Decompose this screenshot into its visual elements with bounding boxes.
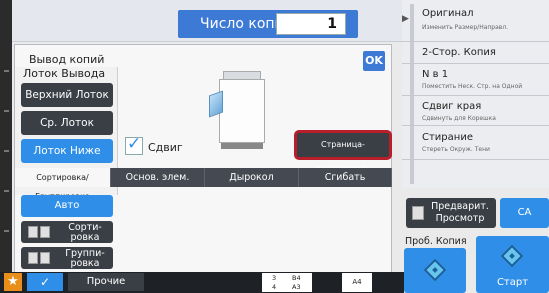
tray-option-middle[interactable]: Ср. Лоток [21,111,113,135]
function-duplex[interactable]: 2-Стор. Копия [402,42,549,64]
preview-icon [412,206,424,220]
top-bar: Число копий 1 [12,0,402,42]
dialog-title: Вывод копий [29,53,105,66]
preview-button[interactable]: Предварит. Просмотр [406,198,496,228]
shift-label: Сдвиг [148,141,183,154]
sort-label: Сорти- ровка [68,222,102,243]
separator-page-button[interactable]: Страница-разделитель [294,130,392,173]
group-button[interactable]: Группи- ровка [21,247,113,269]
probe-copy-button[interactable] [404,248,466,293]
output-tray-title: Лоток Вывода [23,67,106,80]
copies-counter: Число копий 1 [178,10,358,38]
function-panel: ▶ Оригинал Изменить Размер/Направл. 2-Ст… [402,0,549,188]
copier-machine-illustration [209,69,271,157]
bottom-bar: ★ ✓ Прочие 3 B4 4 A3 A4 [0,272,404,293]
function-margin-shift[interactable]: Сдвиг края Сдвинуть для Корешка [402,96,549,126]
preview-label: Предварит. Просмотр [431,201,489,224]
probe-copy-label: Проб. Копия [405,236,467,247]
copies-input[interactable]: 1 [276,13,346,35]
start-diamond-icon [423,258,447,282]
tab-punch[interactable]: Дырокол [205,168,299,187]
sort-auto-button[interactable]: Авто [21,195,113,217]
start-button[interactable]: Старт [476,236,549,293]
function-n-in-1[interactable]: N в 1 Поместить Неск. Стр. на Одной [402,64,549,96]
function-erase[interactable]: Стирание Стереть Окруж. Тени [402,126,549,160]
start-label: Старт [496,277,529,288]
output-dialog: Вывод копий OK Лоток Вывода Верхний Лото… [14,44,392,290]
tab-basic[interactable]: Основ. элем. [111,168,205,187]
other-button[interactable]: Прочие [68,273,144,291]
sort-button[interactable]: Сорти- ровка [21,221,113,243]
paper-size-indicator: A4 [342,273,372,292]
left-edge-strip [0,0,12,293]
tab-bar: Сортировка/Группировка Основ. элем. Дыро… [15,168,392,201]
tray-option-upper[interactable]: Верхний Лоток [21,83,113,107]
clear-all-button[interactable]: CA [500,198,549,228]
sort-icon [28,226,54,238]
tab-fold[interactable]: Сгибать [299,168,392,187]
copy-screen: Число копий 1 Вывод копий OK Лоток Вывод… [0,0,549,293]
tab-sort-group[interactable]: Сортировка/Группировка [15,168,111,201]
start-diamond-icon [500,244,524,268]
check-icon[interactable]: ✓ [27,273,63,291]
star-icon[interactable]: ★ [4,273,22,291]
tray-status: 3 B4 4 A3 [262,273,312,292]
check-icon: ✓ [127,134,142,154]
function-original[interactable]: ▶ Оригинал Изменить Размер/Направл. [402,0,549,42]
play-arrow-icon: ▶ [402,14,409,24]
shift-checkbox[interactable]: ✓ [125,134,143,155]
ok-button[interactable]: OK [363,51,385,71]
tray-option-lower[interactable]: Лоток Ниже [21,139,113,163]
group-label: Группи- ровка [65,248,105,269]
group-icon [28,252,54,264]
